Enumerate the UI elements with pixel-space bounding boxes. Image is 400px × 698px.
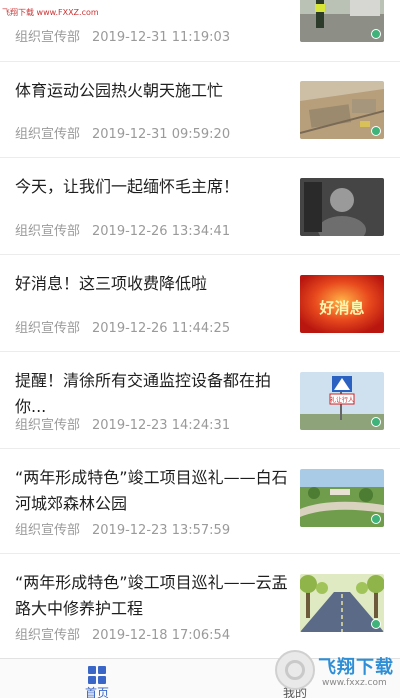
news-time: 2019-12-31 11:19:03	[92, 30, 231, 45]
watermark-top: 飞翔下载 www.FXXZ.com	[2, 7, 99, 18]
news-time: 2019-12-23 13:57:59	[92, 523, 231, 538]
watermark-site-label: 飞翔下载	[2, 8, 34, 17]
news-meta: 组织宣传部 2019-12-31 09:59:20	[15, 123, 230, 142]
news-item[interactable]: 提醒！清徐所有交通监控设备都在拍你... 组织宣传部 2019-12-23 14:…	[0, 352, 400, 449]
news-title: 好消息！这三项收费降低啦	[15, 274, 208, 293]
news-meta: 组织宣传部 2019-12-26 11:44:25	[15, 317, 230, 336]
news-thumbnail: 礼让行人	[300, 372, 384, 430]
news-item[interactable]: 好消息！这三项收费降低啦 组织宣传部 2019-12-26 11:44:25 好消…	[0, 255, 400, 352]
badge-icon	[371, 619, 381, 629]
news-source: 组织宣传部	[15, 523, 81, 538]
news-time: 2019-12-26 11:44:25	[92, 321, 231, 336]
news-title: 体育运动公园热火朝天施工忙	[15, 81, 224, 100]
news-source: 组织宣传部	[15, 321, 81, 336]
news-item[interactable]: 体育运动公园热火朝天施工忙 组织宣传部 2019-12-31 09:59:20	[0, 62, 400, 158]
news-meta: 组织宣传部 2019-12-23 14:24:31	[15, 414, 230, 433]
news-item[interactable]: “两年形成特色”竣工项目巡礼——白石河城郊森林公园 组织宣传部 2019-12-2…	[0, 449, 400, 554]
tab-home[interactable]: 首页	[0, 659, 200, 698]
news-title: 提醒！清徐所有交通监控设备都在拍你...	[15, 371, 272, 416]
portrait-image	[300, 178, 384, 236]
news-meta: 组织宣传部 2019-12-18 17:06:54	[15, 624, 230, 643]
tab-home-label: 首页	[84, 686, 109, 698]
watermark-site-url: www.FXXZ.com	[36, 8, 99, 17]
news-title: “两年形成特色”竣工项目巡礼——云盂路大中修养护工程	[15, 573, 288, 618]
news-time: 2019-12-26 13:34:41	[92, 224, 231, 239]
news-thumbnail	[300, 574, 384, 632]
news-item[interactable]: 今天，让我们一起缅怀毛主席！ 组织宣传部 2019-12-26 13:34:41	[0, 158, 400, 255]
badge-icon	[371, 514, 381, 524]
grid-icon	[88, 666, 106, 684]
watermark-brand-url: www.fxxz.com	[322, 678, 387, 688]
badge-icon	[371, 126, 381, 136]
news-source: 组织宣传部	[15, 224, 81, 239]
news-time: 2019-12-31 09:59:20	[92, 127, 231, 142]
news-source: 组织宣传部	[15, 418, 81, 433]
news-source: 组织宣传部	[15, 127, 81, 142]
watermark-logo-icon	[275, 650, 315, 690]
news-source: 组织宣传部	[15, 628, 81, 643]
news-meta: 组织宣传部 2019-12-23 13:57:59	[15, 519, 230, 538]
news-time: 2019-12-23 14:24:31	[92, 418, 231, 433]
news-title: 今天，让我们一起缅怀毛主席！	[15, 177, 240, 196]
news-meta: 组织宣传部 2019-12-26 13:34:41	[15, 220, 230, 239]
news-meta: 组织宣传部 2019-12-31 11:19:03	[15, 26, 230, 45]
news-thumbnail	[300, 469, 384, 527]
good-news-text: 好消息	[318, 299, 364, 317]
news-thumbnail	[300, 81, 384, 139]
news-feed: 组织宣传部 2019-12-31 11:19:03 体育运动公园热火朝天施工忙 组…	[0, 0, 400, 658]
news-title: “两年形成特色”竣工项目巡礼——白石河城郊森林公园	[15, 468, 288, 513]
badge-icon	[371, 29, 381, 39]
news-thumbnail	[300, 178, 384, 236]
watermark-brand: 飞翔下载	[318, 657, 394, 678]
news-thumbnail	[300, 0, 384, 42]
badge-icon	[371, 417, 381, 427]
sign-text: 礼让行人	[330, 396, 354, 404]
news-source: 组织宣传部	[15, 30, 81, 45]
news-time: 2019-12-18 17:06:54	[92, 628, 231, 643]
news-item[interactable]: “两年形成特色”竣工项目巡礼——云盂路大中修养护工程 组织宣传部 2019-12-…	[0, 554, 400, 658]
good-news-image: 好消息	[300, 275, 384, 333]
news-thumbnail: 好消息	[300, 275, 384, 333]
